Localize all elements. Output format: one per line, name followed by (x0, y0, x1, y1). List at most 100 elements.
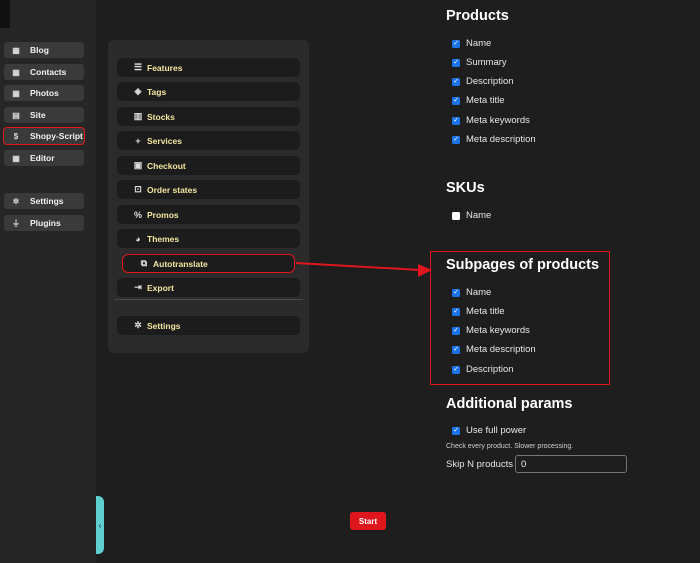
panel-item-features[interactable]: ☰ Features (117, 58, 300, 77)
sidebar-item-blog[interactable]: ▦ Blog (4, 42, 84, 58)
checkbox-checked[interactable]: ✓ (452, 345, 460, 354)
subpages-field-description[interactable]: ✓ Description (452, 364, 514, 375)
sidebar-item-label: Shopy-Script (30, 131, 83, 141)
sidebar-item-settings[interactable]: ✲ Settings (4, 193, 84, 209)
panel-item-settings[interactable]: ✲ Settings (117, 316, 300, 335)
field-label: Meta title (466, 306, 505, 317)
checkbox-checked[interactable]: ✓ (452, 77, 460, 86)
sidebar-item-shopy-script[interactable]: $ Shopy-Script (3, 127, 85, 145)
panel-item-label: Promos (147, 209, 179, 220)
sidebar-item-photos[interactable]: ▦ Photos (4, 85, 84, 101)
skus-heading: SKUs (446, 180, 485, 196)
grid-icon: ▦ (12, 67, 20, 77)
panel-item-label: Order states (147, 184, 198, 195)
field-label: Name (466, 38, 492, 49)
panel-item-label: Checkout (147, 160, 186, 171)
field-label: Description (466, 76, 514, 87)
plug-icon: ⏚ (12, 218, 20, 228)
grid-icon: ▦ (12, 45, 20, 55)
panel-item-export[interactable]: ⇥ Export (117, 278, 300, 297)
list-icon: ☰ (133, 62, 143, 72)
checkbox-checked[interactable]: ✓ (452, 135, 460, 144)
full-power-hint: Check every product. Slower processing. (446, 443, 574, 450)
sidebar-item-plugins[interactable]: ⏚ Plugins (4, 215, 84, 231)
panel-item-tags[interactable]: ◈ Tags (117, 82, 300, 101)
clipboard-icon: ▣ (133, 160, 143, 170)
panel-item-themes[interactable]: ◕ Themes (117, 229, 300, 248)
panel-item-label: Tags (147, 86, 167, 97)
checkbox-checked[interactable]: ✓ (452, 96, 460, 105)
checkbox-checked[interactable]: ✓ (452, 307, 460, 316)
sidebar-item-label: Photos (30, 88, 59, 98)
checkbox-checked[interactable]: ✓ (452, 326, 460, 335)
additional-params-heading: Additional params (446, 396, 573, 412)
field-label: Meta title (466, 95, 505, 106)
checkbox-checked[interactable]: ✓ (452, 116, 460, 125)
panel-item-autotranslate[interactable]: ⧉ Autotranslate (122, 254, 295, 273)
subpages-field-meta-description[interactable]: ✓ Meta description (452, 344, 536, 355)
field-label: Name (466, 287, 492, 298)
panel-item-stocks[interactable]: ▥ Stocks (117, 107, 300, 126)
checkbox-checked[interactable]: ✓ (452, 365, 460, 374)
sidebar-item-label: Contacts (30, 67, 67, 77)
skip-products-input[interactable] (515, 455, 627, 473)
start-button[interactable]: Start (350, 512, 386, 530)
subpages-field-name[interactable]: ✓ Name (452, 287, 491, 298)
checkbox-checked[interactable]: ✓ (452, 288, 460, 297)
panel-divider (114, 299, 303, 300)
use-full-power-option[interactable]: ✓ Use full power (452, 425, 526, 436)
translate-icon: ⧉ (140, 258, 148, 268)
boxes-icon: ▥ (133, 111, 143, 121)
subpages-field-meta-keywords[interactable]: ✓ Meta keywords (452, 325, 530, 336)
panel-item-services[interactable]: + Services (117, 131, 300, 150)
checkbox-unchecked[interactable] (452, 211, 460, 220)
products-field-description[interactable]: ✓ Description (452, 76, 514, 87)
field-label: Meta keywords (466, 115, 530, 126)
subpages-field-meta-title[interactable]: ✓ Meta title (452, 306, 505, 317)
file-icon: ▤ (12, 110, 20, 120)
products-field-meta-keywords[interactable]: ✓ Meta keywords (452, 115, 530, 126)
palette-icon: ◕ (135, 233, 141, 244)
percent-icon: % (133, 209, 142, 220)
field-label: Description (466, 364, 514, 375)
panel-item-order-states[interactable]: ⊡ Order states (117, 180, 300, 199)
panel-item-label: Services (147, 135, 182, 146)
field-label: Meta description (466, 344, 536, 355)
checkbox-checked[interactable]: ✓ (452, 58, 460, 67)
skip-products-label: Skip N products (446, 459, 514, 470)
panel-item-label: Settings (147, 320, 181, 331)
products-field-summary[interactable]: ✓ Summary (452, 57, 507, 68)
truck-icon: ⊡ (134, 184, 142, 194)
settings-panel: ☰ Features ◈ Tags ▥ Stocks + Services ▣ … (108, 40, 309, 353)
field-label: Meta description (466, 134, 536, 145)
tag-icon: ◈ (134, 86, 142, 96)
panel-item-label: Features (147, 62, 183, 73)
products-heading: Products (446, 8, 509, 24)
checkbox-checked[interactable]: ✓ (452, 426, 460, 435)
field-label: Name (466, 210, 492, 221)
sidebar-item-label: Plugins (30, 218, 61, 228)
panel-item-label: Themes (147, 233, 180, 244)
panel-item-promos[interactable]: % Promos (117, 205, 300, 224)
sidebar-item-label: Settings (30, 196, 64, 206)
panel-item-checkout[interactable]: ▣ Checkout (117, 156, 300, 175)
checkbox-checked[interactable]: ✓ (452, 39, 460, 48)
sidebar-collapse-toggle[interactable]: ‹ (96, 496, 104, 554)
products-field-meta-title[interactable]: ✓ Meta title (452, 95, 505, 106)
gear-icon: ✲ (12, 196, 20, 206)
sidebar-item-editor[interactable]: ▦ Editor (4, 150, 84, 166)
panel-item-label: Autotranslate (153, 258, 208, 269)
grid-icon: ▦ (12, 153, 20, 163)
sidebar-item-site[interactable]: ▤ Site (4, 107, 84, 123)
field-label: Meta keywords (466, 325, 530, 336)
field-label: Use full power (466, 425, 527, 436)
products-field-name[interactable]: ✓ Name (452, 38, 491, 49)
products-field-meta-description[interactable]: ✓ Meta description (452, 134, 536, 145)
sidebar-item-label: Editor (30, 153, 55, 163)
sidebar-item-contacts[interactable]: ▦ Contacts (4, 64, 84, 80)
subpages-heading: Subpages of products (446, 257, 600, 273)
skus-field-name[interactable]: Name (452, 210, 491, 221)
export-icon: ⇥ (134, 282, 142, 292)
panel-item-label: Stocks (147, 111, 175, 122)
sidebar-item-label: Blog (30, 45, 49, 55)
